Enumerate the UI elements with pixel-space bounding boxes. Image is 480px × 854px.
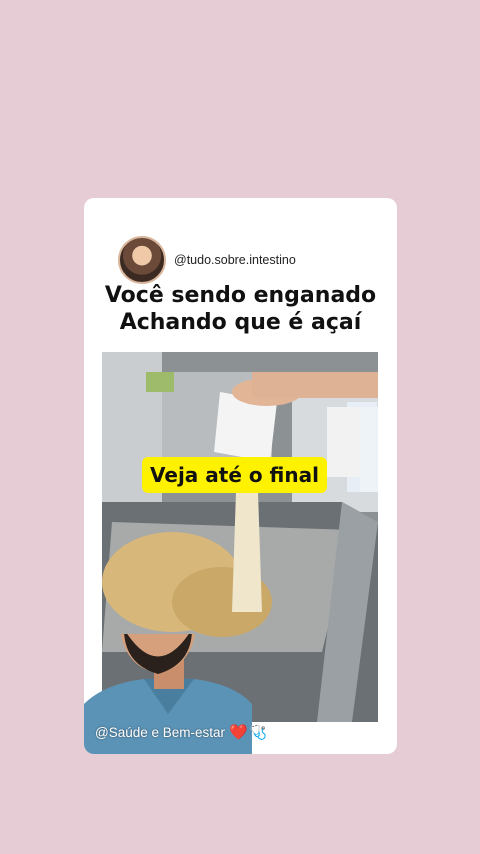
profile-row[interactable]: @tudo.sobre.intestino (118, 236, 296, 284)
profile-handle[interactable]: @tudo.sobre.intestino (174, 253, 296, 267)
headline-line-1: Você sendo enganado (104, 283, 377, 308)
post-card: @tudo.sobre.intestino Você sendo enganad… (84, 198, 397, 754)
heart-icon: ❤️ (229, 724, 248, 741)
post-headline: Você sendo enganado Achando que é açaí (84, 282, 397, 336)
overlay-callout: Veja até o final (142, 457, 327, 493)
caption-text: @Saúde e Bem-estar (95, 724, 226, 740)
headline-line-2: Achando que é açaí (119, 310, 362, 335)
stethoscope-icon: 🩺 (249, 723, 268, 740)
avatar[interactable] (118, 236, 166, 284)
footer-caption: @Saúde e Bem-estar ❤️ 🩺 (95, 723, 268, 742)
